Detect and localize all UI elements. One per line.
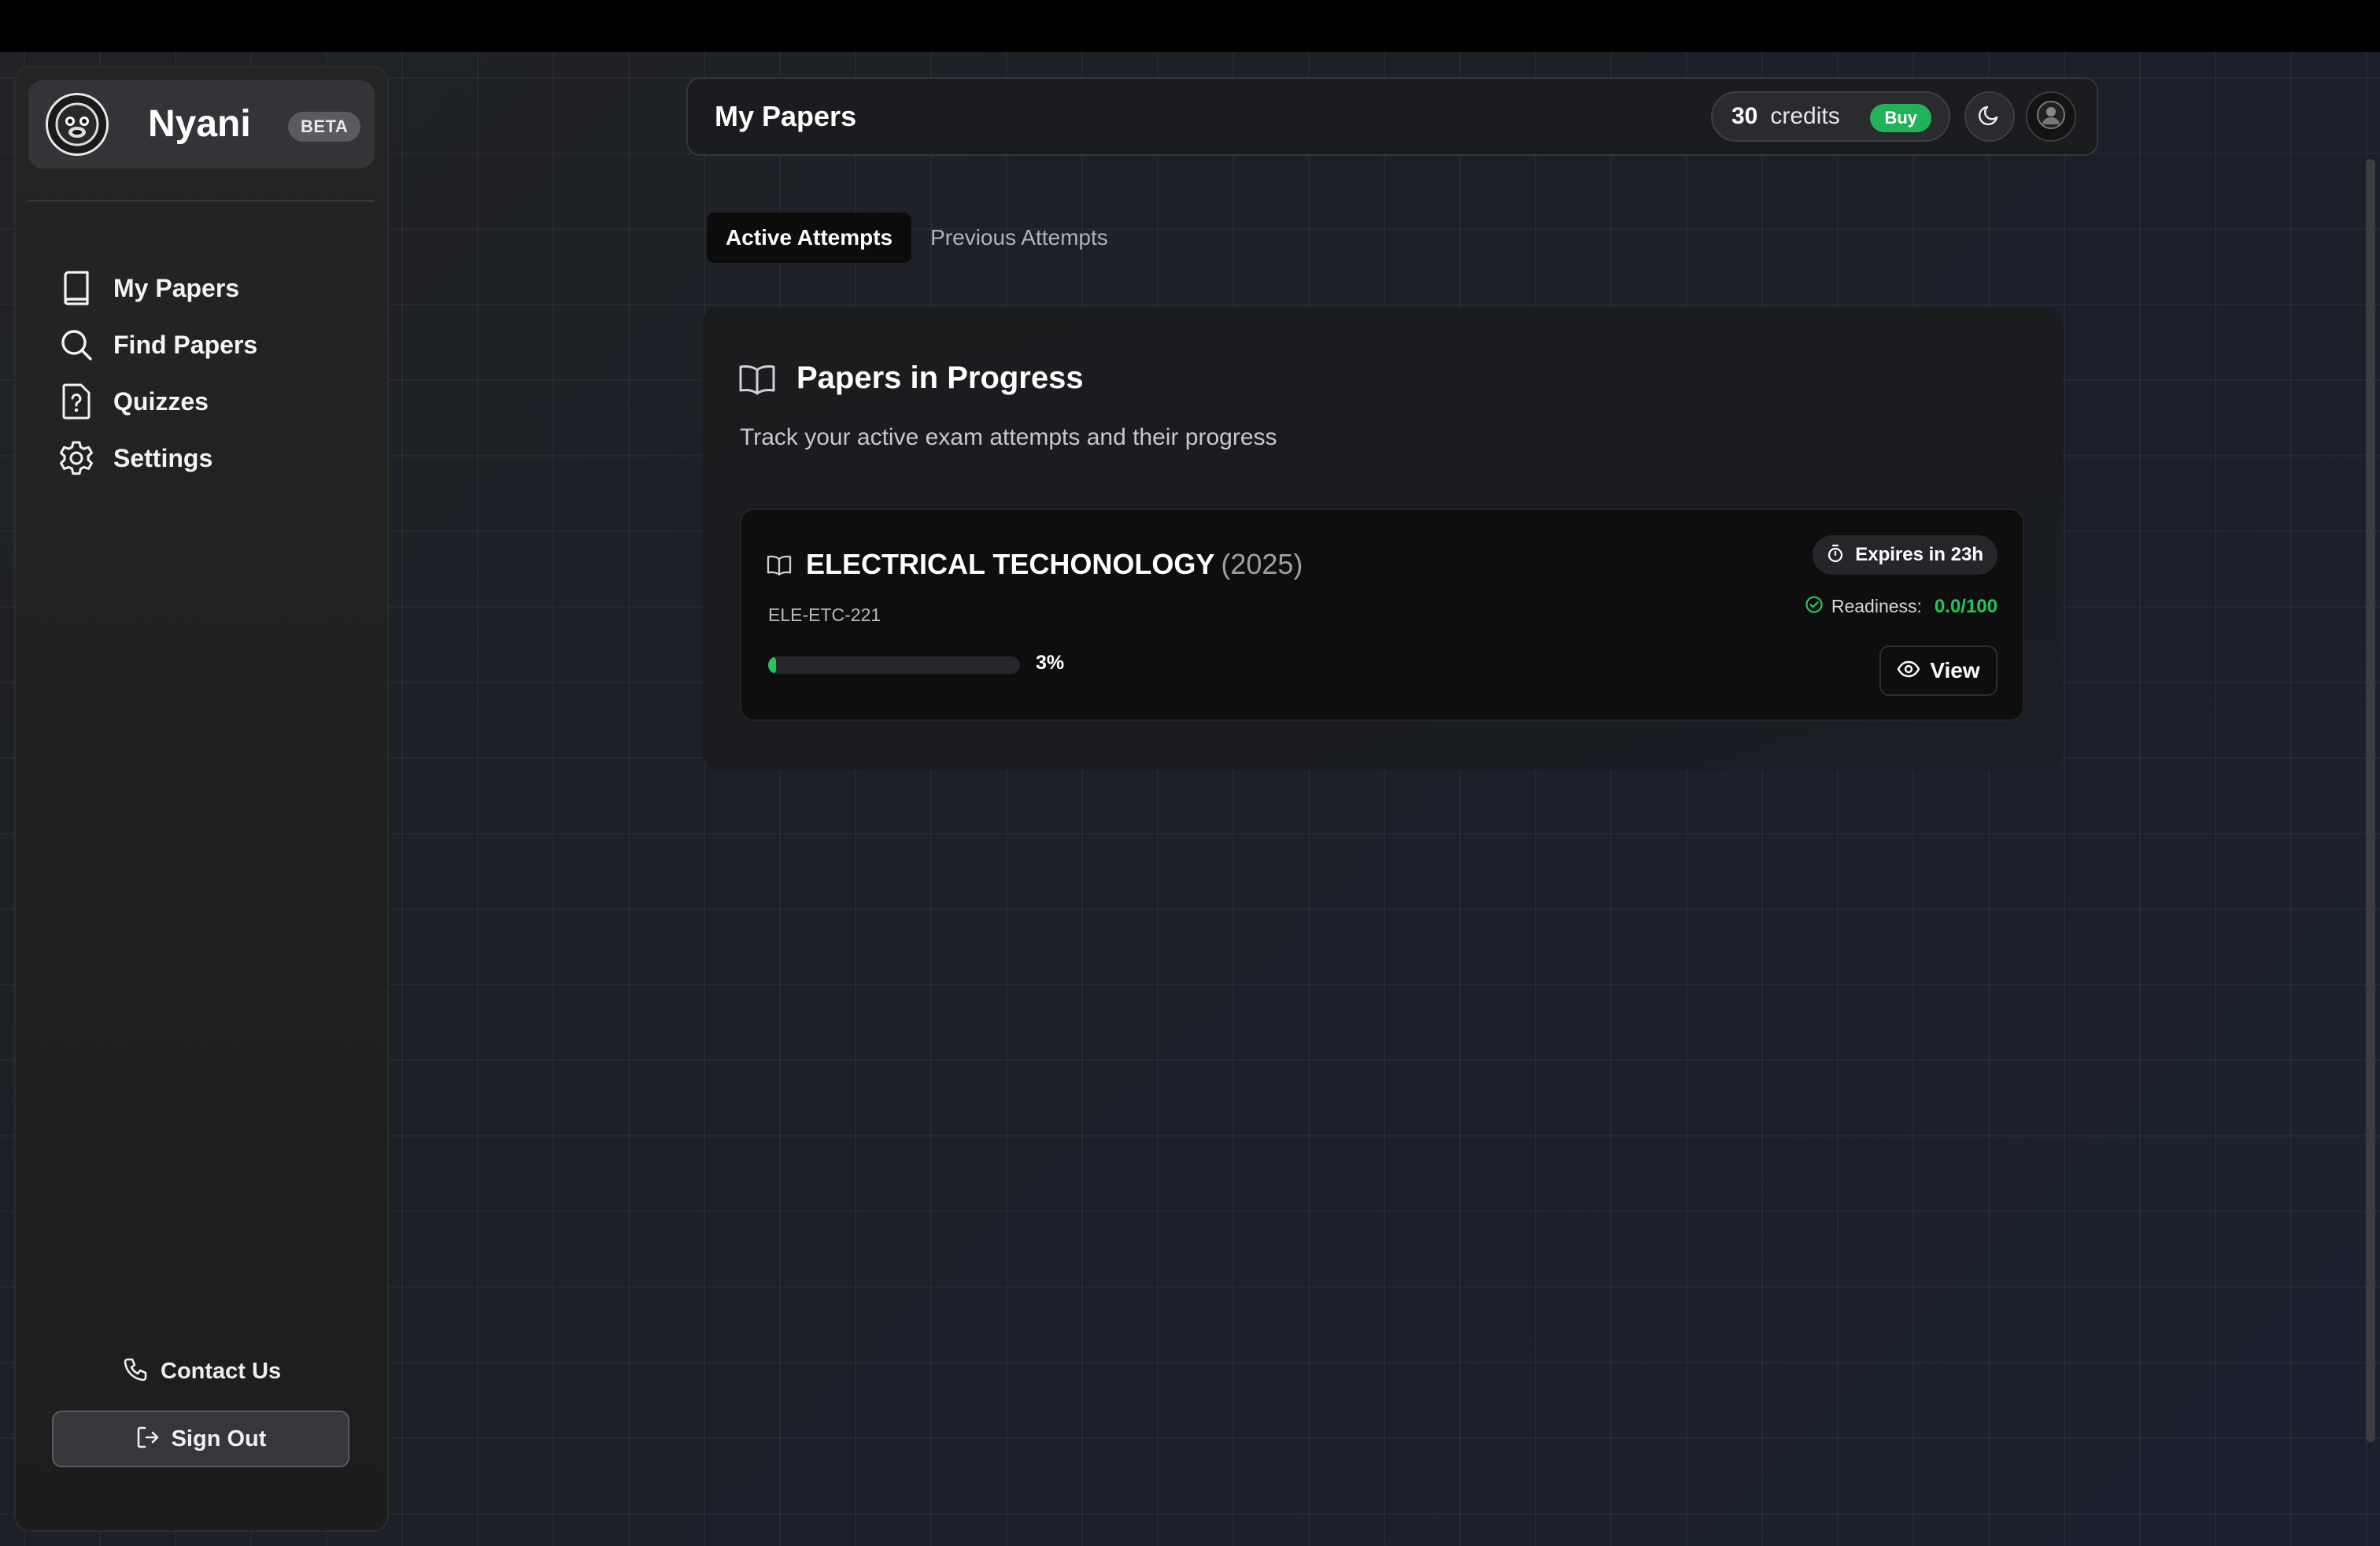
- moon-icon: [1978, 103, 2001, 131]
- tab-active-attempts[interactable]: Active Attempts: [707, 213, 912, 263]
- monkey-logo-icon: [46, 93, 109, 156]
- paper-title: ELECTRICAL TECHONOLOGY (2025): [806, 545, 1303, 584]
- papers-in-progress-panel: Papers in Progress Track your active exa…: [702, 307, 2064, 770]
- sidebar-item-label: Quizzes: [113, 386, 209, 416]
- theme-toggle-button[interactable]: [1964, 91, 2015, 142]
- open-book-icon: [738, 364, 776, 399]
- sidebar-item-my-papers[interactable]: My Papers: [58, 260, 373, 316]
- sidebar-item-label: Settings: [113, 443, 213, 472]
- window-top-bar: [0, 0, 2380, 52]
- sidebar-nav: My Papers Find Papers Quizzes Settings: [58, 260, 373, 486]
- credits-label: credits: [1770, 103, 1840, 129]
- book-icon: [58, 270, 94, 306]
- expiry-badge: Expires in 23h: [1813, 535, 1998, 575]
- sidebar-item-settings[interactable]: Settings: [58, 430, 373, 486]
- sidebar-item-label: Find Papers: [113, 330, 258, 359]
- view-paper-button[interactable]: View: [1879, 645, 1998, 696]
- user-avatar[interactable]: [2026, 91, 2076, 142]
- paper-year: (2025): [1221, 548, 1303, 580]
- paper-name: ELECTRICAL TECHONOLOGY: [806, 548, 1215, 580]
- view-label: View: [1930, 658, 1980, 682]
- readiness-info: Readiness: 0.0/100: [1805, 595, 1998, 618]
- eye-icon: [1897, 660, 1920, 682]
- tab-previous-attempts[interactable]: Previous Attempts: [911, 213, 1127, 263]
- panel-description: Track your active exam attempts and thei…: [740, 424, 1277, 450]
- sidebar: Nyani BETA My Papers Find Papers Quizzes…: [14, 66, 389, 1532]
- readiness-label: Readiness:: [1831, 596, 1922, 616]
- sidebar-item-label: My Papers: [113, 273, 240, 302]
- progress-percent: 3%: [1036, 652, 1065, 674]
- brand-block[interactable]: Nyani BETA: [28, 80, 375, 168]
- gear-icon: [58, 440, 94, 476]
- stopwatch-icon: [1827, 544, 1844, 567]
- sign-out-button[interactable]: Sign Out: [52, 1411, 349, 1467]
- progress-bar: [768, 656, 1020, 674]
- beta-badge: BETA: [288, 112, 361, 142]
- paper-code: ELE-ETC-221: [768, 605, 881, 625]
- expiry-label: Expires in 23h: [1855, 544, 1983, 565]
- phone-icon: [123, 1357, 148, 1386]
- contact-us-label: Contact Us: [161, 1359, 282, 1384]
- sign-out-label: Sign Out: [171, 1426, 267, 1452]
- app-viewport: Nyani BETA My Papers Find Papers Quizzes…: [0, 52, 2380, 1546]
- sidebar-divider: [28, 200, 375, 202]
- page-title: My Papers: [715, 100, 857, 132]
- attempts-tabs: Active Attempts Previous Attempts: [707, 211, 1127, 264]
- buy-credits-button[interactable]: Buy: [1870, 104, 1931, 132]
- check-circle-icon: [1805, 595, 1824, 618]
- readiness-value: 0.0/100: [1934, 595, 1998, 617]
- sidebar-item-quizzes[interactable]: Quizzes: [58, 373, 373, 430]
- avatar-emblem-icon: [2035, 99, 2067, 135]
- brand-name: Nyani: [148, 103, 251, 145]
- credits-count: 30: [1731, 103, 1758, 129]
- page-header: My Papers 30 credits Buy: [686, 77, 2098, 156]
- open-book-icon: [767, 554, 792, 580]
- panel-title: Papers in Progress: [796, 361, 1084, 395]
- search-icon: [58, 327, 94, 363]
- paper-attempt-card: ELECTRICAL TECHONOLOGY (2025) ELE-ETC-221…: [740, 509, 2024, 721]
- sidebar-item-find-papers[interactable]: Find Papers: [58, 316, 373, 373]
- credits-pill: 30 credits Buy: [1711, 91, 1950, 142]
- quiz-icon: [58, 383, 94, 420]
- sign-out-icon: [135, 1425, 161, 1454]
- progress-bar-fill: [768, 656, 776, 674]
- contact-us-link[interactable]: Contact Us: [123, 1357, 281, 1386]
- page-scrollbar[interactable]: [2366, 159, 2375, 1442]
